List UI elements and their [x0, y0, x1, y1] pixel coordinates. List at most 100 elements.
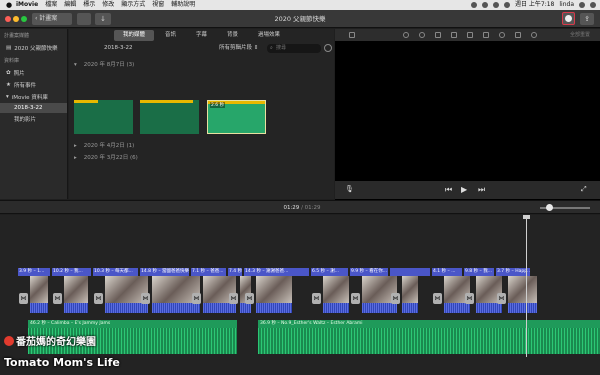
noise-reduction-icon[interactable] [483, 32, 489, 38]
status-icon[interactable] [481, 2, 488, 8]
skip-back-icon[interactable]: ⏮ [445, 185, 452, 195]
status-icon[interactable] [470, 2, 477, 8]
minimize-window-button[interactable] [13, 16, 19, 22]
clip-frame-image [64, 276, 88, 303]
timeline[interactable]: 3.9 秒 – 1... ⋈ 10.2 秒 – 我... ⋈ 10.3 秒 – 每天都.… [0, 215, 600, 375]
transition-icon[interactable]: ⋈ [497, 293, 506, 304]
info-icon[interactable] [531, 32, 537, 38]
tab-backgrounds[interactable]: 背景 [218, 30, 247, 41]
clip-title-bar[interactable]: 9.8 秒 – 我... [464, 268, 494, 276]
import-media-icon[interactable]: ↓ [95, 13, 111, 25]
magic-wand-icon[interactable] [349, 32, 355, 38]
clip-title-bar[interactable] [390, 268, 430, 276]
transition-icon[interactable]: ⋈ [312, 293, 321, 304]
volume-icon[interactable] [467, 32, 473, 38]
menu-window[interactable]: 視窗 [152, 0, 164, 10]
transition-icon[interactable]: ⋈ [94, 293, 103, 304]
clip-title-bar[interactable]: 10.3 秒 – 每天都... [93, 268, 138, 276]
tab-audio[interactable]: 音訊 [156, 30, 185, 41]
sidebar-item-photos[interactable]: ✿ 照片 [0, 67, 67, 79]
skip-forward-icon[interactable]: ⏭ [478, 185, 485, 195]
music-clip[interactable]: 36.9 秒 – No.9_Esther's Waltz – Esther Ab… [258, 320, 600, 354]
transition-icon[interactable]: ⋈ [433, 293, 442, 304]
sidebar-item-my-movies[interactable]: 我的影片 [0, 113, 67, 125]
battery-icon[interactable] [503, 2, 510, 8]
video-clip[interactable] [256, 276, 293, 313]
transition-icon[interactable]: ⋈ [19, 293, 28, 304]
clip-filter-icon[interactable] [515, 32, 521, 38]
crop-icon[interactable] [435, 32, 441, 38]
clip-title-bar[interactable]: 14.8 秒 – 當國爸爸快樂 [140, 268, 189, 276]
clip-title-bar[interactable]: 10.2 秒 – 我... [52, 268, 91, 276]
date-group-header[interactable]: ▸ 2020 年 3月22日 (6) [74, 153, 138, 161]
video-clip[interactable] [508, 276, 538, 313]
clip-title-bar[interactable]: 3.7 秒 – Happ... [496, 268, 530, 276]
apple-menu-icon[interactable]: ● [4, 0, 14, 10]
transition-icon[interactable]: ⋈ [245, 293, 254, 304]
fullscreen-icon[interactable]: ⤢ [581, 185, 587, 194]
microphone-icon[interactable]: 🎙 [345, 185, 354, 193]
transition-icon[interactable]: ⋈ [229, 293, 238, 304]
menu-view[interactable]: 顯示方式 [121, 0, 145, 10]
sidebar-item-project[interactable]: ▤ 2020 父親節快樂 [0, 42, 67, 54]
clip-title-bar[interactable]: 9.9 秒 – 看在你... [350, 268, 388, 276]
clip-title-bar[interactable]: 4.1 秒 – ... [432, 268, 462, 276]
playhead[interactable] [526, 217, 527, 357]
play-icon[interactable]: ▶ [461, 185, 467, 194]
video-clip[interactable] [323, 276, 350, 313]
menu-file[interactable]: 檔案 [45, 0, 57, 10]
reset-all-button[interactable]: 全部重置 [570, 31, 590, 38]
clip-thumbnail[interactable] [140, 100, 199, 134]
transition-icon[interactable]: ⋈ [141, 293, 150, 304]
enhance-button[interactable] [562, 12, 575, 25]
user-name[interactable]: linda [559, 0, 574, 10]
search-input[interactable]: ⌕ 搜尋 [267, 44, 321, 53]
sidebar-item-event[interactable]: 2018-3-22 [0, 103, 67, 113]
search-icon[interactable] [579, 2, 585, 8]
date-group-header[interactable]: ▾ 2020 年 8月7日 (3) [74, 60, 134, 68]
viewer: 全部重置 🎙 ⏮ ▶ ⏭ ⤢ [335, 29, 600, 209]
menu-help[interactable]: 輔助說明 [171, 0, 195, 10]
zoom-slider-knob[interactable] [546, 204, 553, 211]
projects-back-button[interactable]: ‹ 計畫案 [32, 13, 72, 25]
stabilization-icon[interactable] [451, 32, 457, 38]
date-group-header[interactable]: ▸ 2020 年 4月2日 (1) [74, 141, 134, 149]
video-clip[interactable] [30, 276, 49, 313]
color-balance-icon[interactable] [403, 32, 409, 38]
transition-icon[interactable]: ⋈ [391, 293, 400, 304]
clip-title-bar[interactable]: 7.1 秒 – 爸爸... [191, 268, 226, 276]
clip-thumbnail-selected[interactable]: 2.6 秒 [207, 100, 266, 134]
close-window-button[interactable] [5, 16, 11, 22]
clip-title-bar[interactable]: 7.4 秒 – 我... [228, 268, 242, 276]
sidebar-item-all-events[interactable]: ★ 所有事件 [0, 79, 67, 91]
menu-edit[interactable]: 編輯 [64, 0, 76, 10]
menu-app-name[interactable]: iMovie [16, 0, 38, 10]
color-correction-icon[interactable] [419, 32, 425, 38]
clip-title-bar[interactable]: 14.3 秒 – 謝謝爸爸... [244, 268, 309, 276]
tab-transitions[interactable]: 過場效果 [249, 30, 289, 41]
zoom-window-button[interactable] [21, 16, 27, 22]
clip-title-bar[interactable]: 6.5 秒 – 謝... [311, 268, 348, 276]
clip-thumbnail[interactable] [74, 100, 133, 134]
clip-title-bar[interactable]: 3.9 秒 – 1... [18, 268, 50, 276]
import-button[interactable] [77, 13, 91, 25]
menu-mark[interactable]: 標示 [83, 0, 95, 10]
menu-modify[interactable]: 修改 [102, 0, 114, 10]
video-clip[interactable] [402, 276, 419, 313]
sidebar-item-library[interactable]: ▾ iMovie 資料庫 [0, 91, 67, 103]
export-share-button[interactable]: ⇪ [580, 13, 594, 25]
clock[interactable]: 週日 上午7:18 [515, 0, 554, 10]
transition-icon[interactable]: ⋈ [53, 293, 62, 304]
tab-my-media[interactable]: 我的媒體 [113, 30, 154, 41]
wifi-icon[interactable] [492, 2, 499, 8]
video-clip[interactable] [64, 276, 89, 313]
clip-filter-dropdown[interactable]: 所有剪輯片段 ⇕ [219, 42, 258, 54]
disclosure-down-icon[interactable]: ▾ [6, 94, 9, 100]
transition-icon[interactable]: ⋈ [465, 293, 474, 304]
transition-icon[interactable]: ⋈ [351, 293, 360, 304]
speed-icon[interactable] [499, 32, 505, 38]
settings-gear-icon[interactable] [324, 44, 332, 52]
tab-titles[interactable]: 字幕 [187, 30, 216, 41]
transition-icon[interactable]: ⋈ [192, 293, 201, 304]
menu-list-icon[interactable] [590, 2, 596, 8]
